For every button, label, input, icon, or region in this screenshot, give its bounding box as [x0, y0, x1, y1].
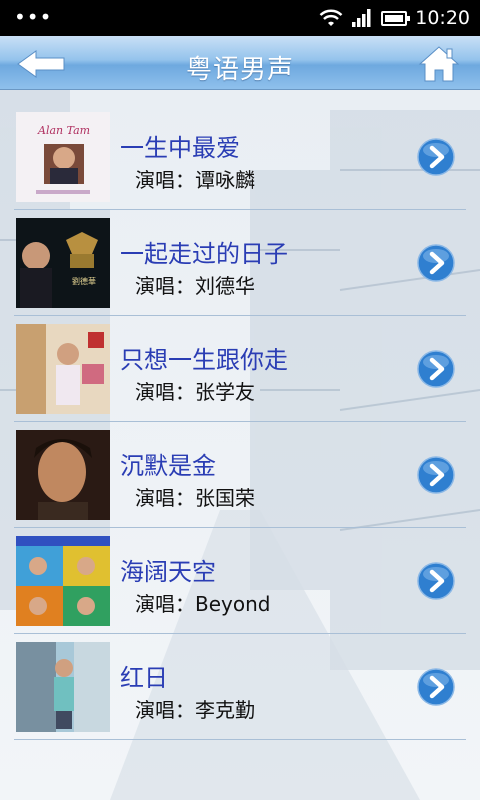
home-icon[interactable] [418, 44, 460, 84]
page-title: 粤语男声 [185, 55, 294, 85]
chevron-right-icon[interactable] [417, 668, 455, 706]
list-item[interactable]: Alan Tam 一生中最爱 演唱：谭咏麟 [14, 104, 466, 210]
album-cover [16, 324, 110, 414]
song-title: 一起走过的日子 [120, 240, 288, 268]
chevron-right-icon[interactable] [417, 350, 455, 388]
signal-icon [352, 9, 371, 27]
list-item[interactable]: 只想一生跟你走 演唱：张学友 [14, 316, 466, 422]
list-item[interactable]: 沉默是金 演唱：张国荣 [14, 422, 466, 528]
wifi-icon [319, 9, 343, 26]
battery-icon [381, 10, 411, 26]
list-item[interactable]: 海阔天空 演唱：Beyond [14, 528, 466, 634]
song-artist: 演唱：谭咏麟 [135, 168, 255, 192]
song-title: 红日 [120, 664, 168, 692]
svg-text:Alan Tam: Alan Tam [37, 124, 90, 137]
song-list: Alan Tam 一生中最爱 演唱：谭咏麟 劉德華 一起走过的日子 演唱：刘德华… [14, 104, 466, 740]
song-title: 只想一生跟你走 [120, 346, 288, 374]
song-artist: 演唱：Beyond [135, 592, 271, 616]
song-artist: 演唱：张学友 [135, 380, 255, 404]
album-cover [16, 536, 110, 626]
album-cover [16, 642, 110, 732]
album-cover: Alan Tam [16, 112, 110, 202]
title-bar: 粤语男声 [0, 36, 480, 90]
svg-text:劉德華: 劉德華 [72, 276, 96, 286]
song-title: 一生中最爱 [120, 134, 240, 162]
song-artist: 演唱：刘德华 [135, 274, 255, 298]
chevron-right-icon[interactable] [417, 244, 455, 282]
song-artist: 演唱：张国荣 [135, 486, 255, 510]
menu-dots-icon: ••• [14, 5, 53, 29]
chevron-right-icon[interactable] [417, 562, 455, 600]
song-title: 海阔天空 [120, 558, 216, 586]
list-item[interactable]: 红日 演唱：李克勤 [14, 634, 466, 740]
song-artist: 演唱：李克勤 [135, 698, 255, 722]
status-time: 10:20 [415, 7, 470, 29]
chevron-right-icon[interactable] [417, 456, 455, 494]
album-cover: 劉德華 [16, 218, 110, 308]
status-bar: ••• 10:20 [0, 0, 480, 36]
song-title: 沉默是金 [120, 452, 216, 480]
list-item[interactable]: 劉德華 一起走过的日子 演唱：刘德华 [14, 210, 466, 316]
chevron-right-icon[interactable] [417, 138, 455, 176]
status-icons: 10:20 [319, 6, 470, 30]
album-cover [16, 430, 110, 520]
